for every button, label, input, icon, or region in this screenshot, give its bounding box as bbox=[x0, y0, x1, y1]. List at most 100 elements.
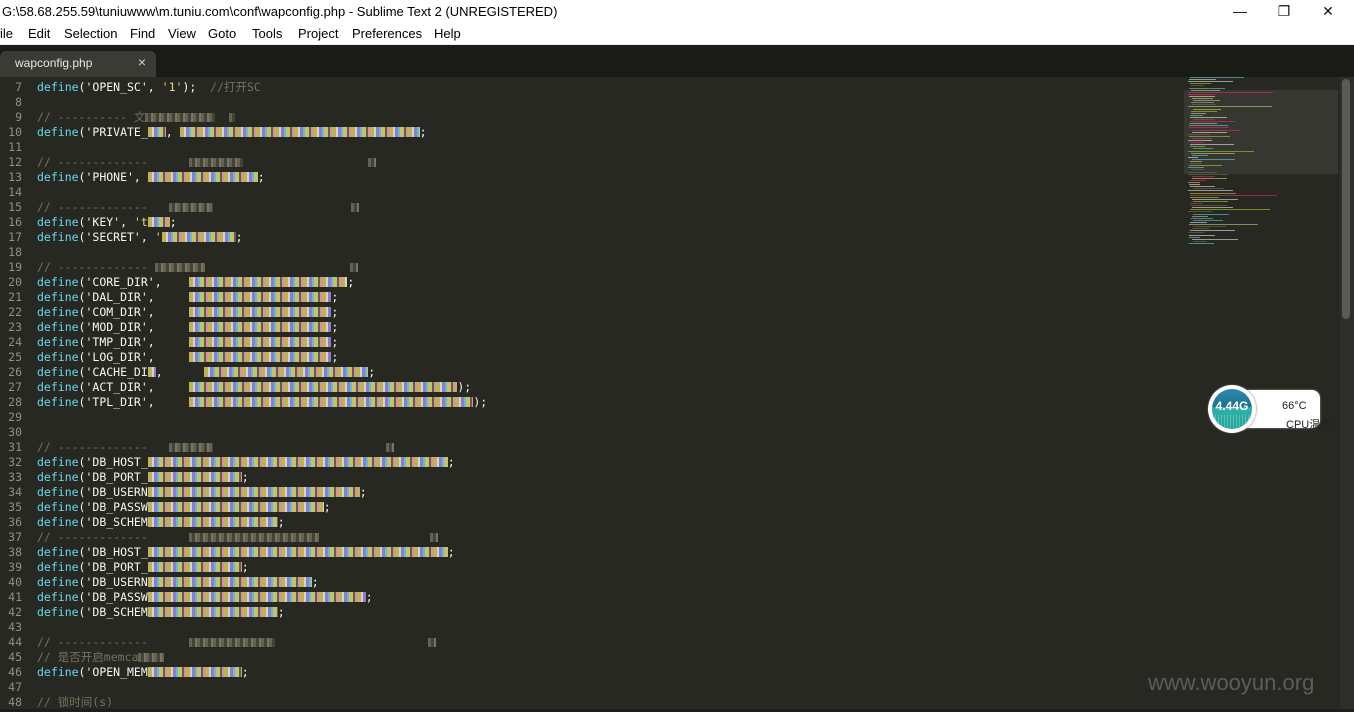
comment-token: // 锁时间(s) bbox=[37, 695, 114, 709]
code-line[interactable]: 40 define('DB_USERN; bbox=[0, 575, 1180, 590]
redacted-text bbox=[229, 113, 236, 122]
code-line[interactable]: 32 define('DB_HOST_; bbox=[0, 455, 1180, 470]
code-line[interactable]: 25 define('LOG_DIR', ; bbox=[0, 350, 1180, 365]
code-line[interactable]: 27 define('ACT_DIR', ); bbox=[0, 380, 1180, 395]
code-line[interactable]: 14 bbox=[0, 185, 1180, 200]
code-line[interactable]: 17 define('SECRET', '; bbox=[0, 230, 1180, 245]
code-line[interactable]: 38 define('DB_HOST_; bbox=[0, 545, 1180, 560]
code-editor[interactable]: 7 define('OPEN_SC', '1'); //打开SC 8 9// ----… bbox=[0, 77, 1340, 712]
redacted-text bbox=[189, 277, 348, 287]
code-line[interactable]: 44 // ------------- bbox=[0, 635, 1180, 650]
code-line[interactable]: 47 bbox=[0, 680, 1180, 695]
redacted-text bbox=[147, 547, 448, 557]
menu-selection[interactable]: Selection bbox=[64, 26, 117, 41]
code-line[interactable]: 33 define('DB_PORT_; bbox=[0, 470, 1180, 485]
code-line[interactable]: 37 // ------------- bbox=[0, 530, 1180, 545]
code-line[interactable]: 46 define('OPEN_MEM; bbox=[0, 665, 1180, 680]
code-line[interactable]: 29 bbox=[0, 410, 1180, 425]
comment-token: //打开SC bbox=[210, 80, 261, 94]
close-icon: ✕ bbox=[1322, 3, 1334, 19]
code-line[interactable]: 13 define('PHONE', ; bbox=[0, 170, 1180, 185]
line-number: 20 bbox=[8, 275, 22, 289]
code-line[interactable]: 43 bbox=[0, 620, 1180, 635]
cpu-temperature: 66°C bbox=[1282, 400, 1307, 412]
minimap-row bbox=[1188, 106, 1272, 108]
code-line[interactable]: 28 define('TPL_DIR', ); bbox=[0, 395, 1180, 410]
keyword-token: define bbox=[37, 80, 79, 94]
menu-find[interactable]: Find bbox=[130, 26, 155, 41]
minimap-row bbox=[1193, 108, 1221, 110]
code-line[interactable]: 48 // 锁时间(s) bbox=[0, 695, 1180, 710]
vertical-scrollbar[interactable] bbox=[1340, 77, 1354, 712]
code-line[interactable]: 7 define('OPEN_SC', '1'); //打开SC bbox=[0, 80, 1180, 95]
minimap-row bbox=[1190, 121, 1235, 123]
code-line[interactable]: 34 define('DB_USERN; bbox=[0, 485, 1180, 500]
code-line[interactable]: 41 define('DB_PASSW; bbox=[0, 590, 1180, 605]
minimize-button[interactable]: — bbox=[1218, 0, 1262, 24]
redacted-text bbox=[189, 352, 332, 362]
menu-edit[interactable]: Edit bbox=[28, 26, 50, 41]
close-button[interactable]: ✕ bbox=[1306, 0, 1350, 24]
redacted-text bbox=[430, 533, 439, 542]
code-line[interactable]: 19 // ------------- bbox=[0, 260, 1180, 275]
code-line[interactable]: 18 bbox=[0, 245, 1180, 260]
menu-help[interactable]: Help bbox=[434, 26, 461, 41]
menu-goto[interactable]: Goto bbox=[208, 26, 236, 41]
minimap[interactable] bbox=[1184, 77, 1338, 287]
menu-view[interactable]: View bbox=[168, 26, 196, 41]
tab-bar: wapconfig.php × bbox=[0, 45, 1354, 77]
menu-file[interactable]: ile bbox=[0, 26, 13, 41]
code-line[interactable]: 42 define('DB_SCHEM; bbox=[0, 605, 1180, 620]
minimap-row bbox=[1192, 228, 1209, 230]
code-line[interactable]: 31 // ------------- bbox=[0, 440, 1180, 455]
code-line[interactable]: 15 // ------------- bbox=[0, 200, 1180, 215]
code-line[interactable]: 8 bbox=[0, 95, 1180, 110]
code-line[interactable]: 26 define('CACHE_DI, ; bbox=[0, 365, 1180, 380]
comment-token: // ------------- bbox=[37, 530, 190, 544]
keyword-token: define bbox=[37, 380, 79, 394]
window-title: G:\58.68.255.59\tuniuwww\m.tuniu.com\con… bbox=[2, 4, 558, 19]
watermark: www.wooyun.org bbox=[1148, 670, 1315, 695]
code-line[interactable]: 36 define('DB_SCHEM; bbox=[0, 515, 1180, 530]
minimap-row bbox=[1190, 116, 1227, 118]
code-line[interactable]: 9 // ---------- 文 bbox=[0, 110, 1180, 125]
code-line[interactable]: 20 define('CORE_DIR', ; bbox=[0, 275, 1180, 290]
code-line[interactable]: 24 define('TMP_DIR', ; bbox=[0, 335, 1180, 350]
redacted-text bbox=[351, 203, 360, 212]
code-line[interactable]: 45 // 是否开启memca bbox=[0, 650, 1180, 665]
keyword-token: define bbox=[37, 545, 79, 559]
code-line[interactable]: 12 // ------------- bbox=[0, 155, 1180, 170]
comment-token bbox=[213, 200, 351, 214]
restore-button[interactable]: ❐ bbox=[1262, 0, 1306, 24]
punctuation-token: ; bbox=[365, 590, 373, 604]
code-line[interactable]: 16 define('KEY', 't; bbox=[0, 215, 1180, 230]
redacted-text bbox=[168, 443, 213, 452]
redacted-text bbox=[145, 113, 216, 122]
menu-preferences[interactable]: Preferences bbox=[352, 26, 422, 41]
code-line[interactable]: 10 define('PRIVATE_, ; bbox=[0, 125, 1180, 140]
code-line[interactable]: 35 define('DB_PASSW; bbox=[0, 500, 1180, 515]
code-text: define('DB_HOST_; bbox=[37, 455, 455, 470]
code-line[interactable]: 11 bbox=[0, 140, 1180, 155]
minimap-row bbox=[1188, 140, 1212, 141]
code-line[interactable]: 23 define('MOD_DIR', ; bbox=[0, 320, 1180, 335]
code-line[interactable]: 30 bbox=[0, 425, 1180, 440]
comment-token: // ------------- bbox=[37, 260, 155, 274]
scrollbar-thumb[interactable] bbox=[1342, 79, 1350, 319]
code-line[interactable]: 21 define('DAL_DIR', ; bbox=[0, 290, 1180, 305]
line-number: 48 bbox=[8, 695, 22, 709]
code-text: define('DAL_DIR', ; bbox=[37, 290, 338, 305]
line-number: 40 bbox=[8, 575, 22, 589]
tab-close-icon[interactable]: × bbox=[138, 54, 146, 70]
menu-tools[interactable]: Tools bbox=[252, 26, 282, 41]
code-line[interactable]: 39 define('DB_PORT_; bbox=[0, 560, 1180, 575]
keyword-token: define bbox=[37, 575, 79, 589]
code-line[interactable]: 22 define('COM_DIR', ; bbox=[0, 305, 1180, 320]
tab-wapconfig[interactable]: wapconfig.php × bbox=[0, 51, 156, 77]
redacted-text bbox=[147, 667, 242, 677]
code-text: define('PRIVATE_, ; bbox=[37, 125, 427, 140]
menu-project[interactable]: Project bbox=[298, 26, 338, 41]
cpu-monitor-widget[interactable]: 66°C CPU温度 4.44G bbox=[1208, 385, 1331, 435]
minimap-row bbox=[1190, 163, 1202, 165]
line-number: 10 bbox=[8, 125, 22, 139]
